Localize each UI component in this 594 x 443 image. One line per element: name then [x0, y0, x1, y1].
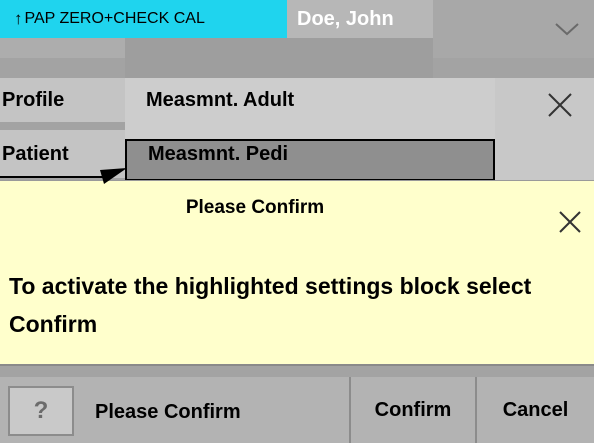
- confirm-dialog-title: Please Confirm: [185, 197, 325, 218]
- confirm-dialog-message: To activate the highlighted settings blo…: [9, 273, 532, 337]
- alarm-text: PAP ZERO+CHECK CAL: [24, 10, 205, 27]
- confirm-dialog: Please Confirm To activate the highlight…: [0, 180, 594, 366]
- cancel-button[interactable]: Cancel: [475, 377, 594, 443]
- topbar-band-dark: [125, 38, 433, 80]
- confirm-button[interactable]: Confirm: [349, 377, 475, 443]
- monitor-screen: ↑ PAP ZERO+CHECK CAL Doe, John Profile P…: [0, 0, 594, 443]
- profile-item-adult[interactable]: Measmnt. Adult: [125, 78, 495, 122]
- close-icon[interactable]: [555, 207, 585, 237]
- help-button[interactable]: ?: [8, 386, 74, 436]
- profile-item-pedi-highlighted[interactable]: Measmnt. Pedi: [125, 139, 495, 181]
- patient-name: Doe, John: [287, 0, 433, 38]
- alarm-status-bar[interactable]: ↑ PAP ZERO+CHECK CAL: [0, 0, 287, 38]
- profile-label[interactable]: Profile: [0, 78, 125, 122]
- leader-arrow-icon: [0, 168, 127, 184]
- alarm-up-arrow-icon: ↑: [14, 9, 23, 28]
- chevron-down-icon[interactable]: [554, 18, 580, 38]
- close-icon[interactable]: [541, 86, 579, 124]
- bottom-bar-title: Please Confirm: [95, 401, 241, 423]
